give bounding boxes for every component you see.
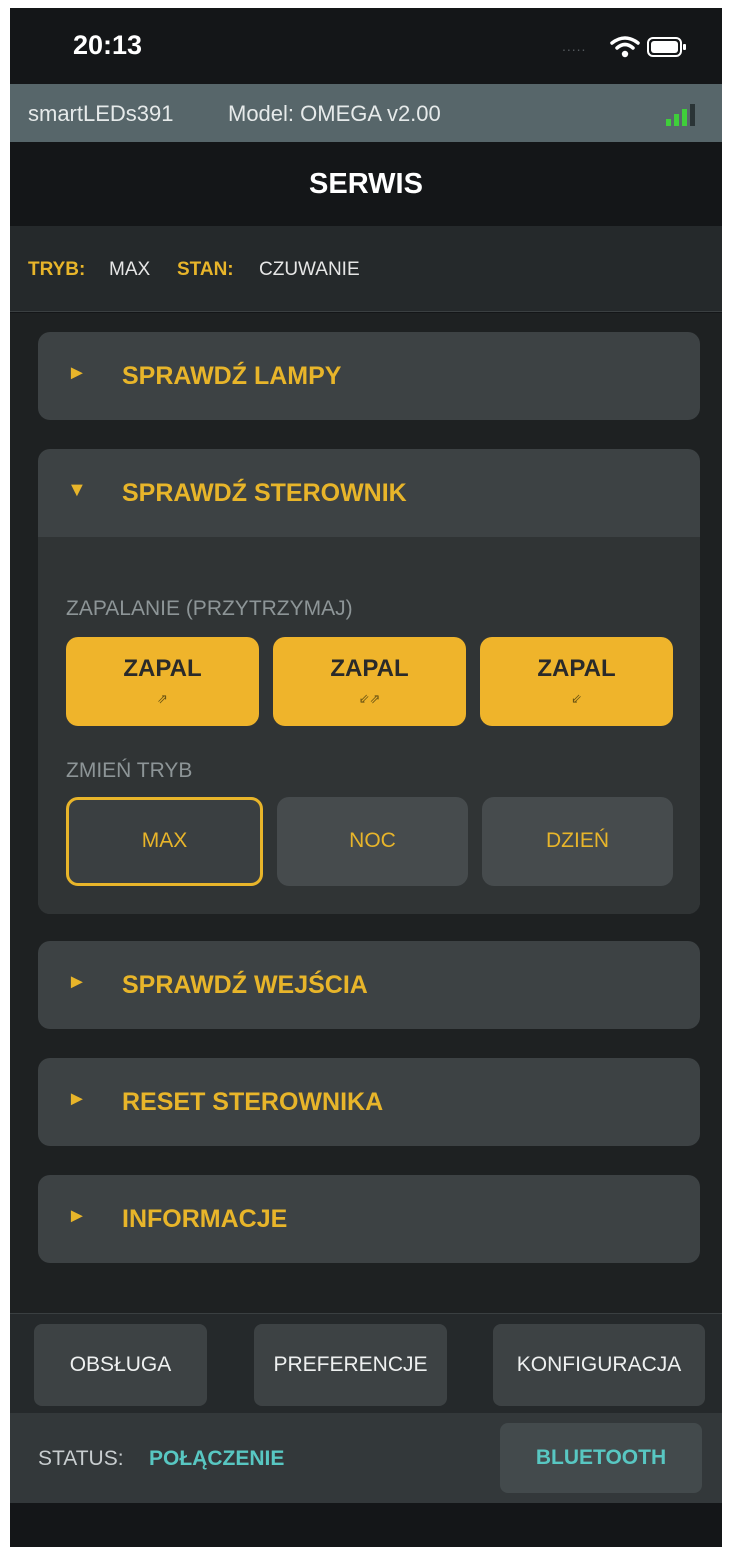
mode-key: TRYB:	[28, 259, 86, 280]
bottom-navigation: OBSŁUGA PREFERENCJE KONFIGURACJA	[10, 1313, 722, 1413]
state-key: STAN:	[177, 259, 234, 280]
nav-label: KONFIGURACJA	[516, 1353, 682, 1376]
mode-button-day[interactable]: DZIEŃ	[482, 797, 673, 886]
section-title: INFORMACJE	[122, 1205, 288, 1233]
expand-arrow-icon: ►	[67, 1205, 87, 1227]
device-name: smartLEDs391	[28, 101, 174, 126]
section-check-inputs[interactable]: ► SPRAWDŹ WEJŚCIA	[38, 941, 700, 1029]
section-information[interactable]: ► INFORMACJE	[38, 1175, 700, 1263]
ignite-label: ZAPALANIE (PRZYTRZYMAJ)	[66, 597, 353, 620]
bluetooth-button[interactable]: BLUETOOTH	[500, 1423, 702, 1493]
nav-configuration-button[interactable]: KONFIGURACJA	[493, 1324, 705, 1406]
device-bar: smartLEDs391 Model: OMEGA v2.00	[10, 84, 722, 142]
mode-button-label: NOC	[349, 829, 396, 852]
ignite-button-label: ZAPAL	[330, 655, 409, 682]
expand-arrow-icon: ►	[67, 971, 87, 993]
mode-status-bar: TRYB: MAX STAN: CZUWANIE	[10, 226, 722, 312]
page-title: SERWIS	[309, 168, 423, 200]
cellular-signal-icon: .....	[562, 38, 587, 54]
section-title: RESET STEROWNIKA	[122, 1088, 384, 1116]
main-content: ► SPRAWDŹ LAMPY ▼ SPRAWDŹ STEROWNIK ZAPA…	[10, 313, 722, 1313]
nav-preferences-button[interactable]: PREFERENCJE	[254, 1324, 447, 1406]
mode-value: MAX	[109, 259, 151, 280]
nav-label: OBSŁUGA	[69, 1353, 172, 1376]
double-arrow-icon: ⇙⇗	[358, 691, 381, 706]
section-reset-controller[interactable]: ► RESET STEROWNIKA	[38, 1058, 700, 1146]
ignite-button-both[interactable]: ZAPAL ⇙⇗	[273, 637, 466, 726]
ignite-button-left[interactable]: ZAPAL ⇗	[66, 637, 259, 726]
device-model: Model: OMEGA v2.00	[228, 101, 441, 126]
nav-label: PREFERENCJE	[273, 1353, 428, 1376]
section-header[interactable]: ► RESET STEROWNIKA	[38, 1058, 700, 1146]
status-bar: 20:13 .....	[10, 8, 722, 84]
mode-button-night[interactable]: NOC	[277, 797, 468, 886]
mode-button-label: MAX	[141, 829, 188, 852]
section-title: SPRAWDŹ LAMPY	[122, 362, 342, 390]
state-value: CZUWANIE	[259, 259, 360, 280]
section-check-lamps[interactable]: ► SPRAWDŹ LAMPY	[38, 332, 700, 420]
mode-button-max[interactable]: MAX	[66, 797, 263, 886]
nav-operation-button[interactable]: OBSŁUGA	[34, 1324, 207, 1406]
ignite-button-right[interactable]: ZAPAL ⇙	[480, 637, 673, 726]
section-header[interactable]: ► SPRAWDŹ LAMPY	[38, 332, 700, 420]
status-key: STATUS:	[38, 1447, 124, 1470]
bluetooth-label: BLUETOOTH	[535, 1446, 667, 1469]
ignite-button-label: ZAPAL	[537, 655, 616, 682]
expand-arrow-icon: ►	[67, 362, 87, 384]
section-header[interactable]: ► SPRAWDŹ WEJŚCIA	[38, 941, 700, 1029]
section-check-controller: ▼ SPRAWDŹ STEROWNIK ZAPALANIE (PRZYTRZYM…	[38, 449, 700, 914]
section-header[interactable]: ► INFORMACJE	[38, 1175, 700, 1263]
mode-button-label: DZIEŃ	[546, 829, 609, 852]
expand-arrow-icon: ►	[67, 1088, 87, 1110]
change-mode-label: ZMIEŃ TRYB	[66, 759, 193, 782]
battery-icon	[647, 37, 686, 57]
section-title: SPRAWDŹ WEJŚCIA	[122, 971, 368, 999]
wifi-icon	[610, 36, 640, 58]
section-header[interactable]: ▼ SPRAWDŹ STEROWNIK	[38, 449, 700, 537]
phone-screen: 20:13 ..... smartLEDs391 Model: OMEGA v2…	[10, 8, 722, 1547]
arrow-down-left-icon: ⇙	[571, 691, 582, 706]
collapse-arrow-icon: ▼	[67, 479, 87, 501]
status-value: POŁĄCZENIE	[149, 1447, 285, 1470]
signal-strength-icon	[666, 104, 695, 126]
arrow-up-right-icon: ⇗	[157, 691, 168, 706]
clock: 20:13	[73, 30, 143, 60]
ignite-button-label: ZAPAL	[123, 655, 202, 682]
section-title: SPRAWDŹ STEROWNIK	[122, 479, 407, 507]
home-indicator-area	[10, 1503, 722, 1547]
connection-status-bar: STATUS: POŁĄCZENIE BLUETOOTH	[10, 1413, 722, 1503]
title-bar: SERWIS	[10, 142, 722, 226]
section-body: ZAPALANIE (PRZYTRZYMAJ) ZAPAL ⇗ ZAPAL ⇙⇗…	[38, 537, 700, 914]
